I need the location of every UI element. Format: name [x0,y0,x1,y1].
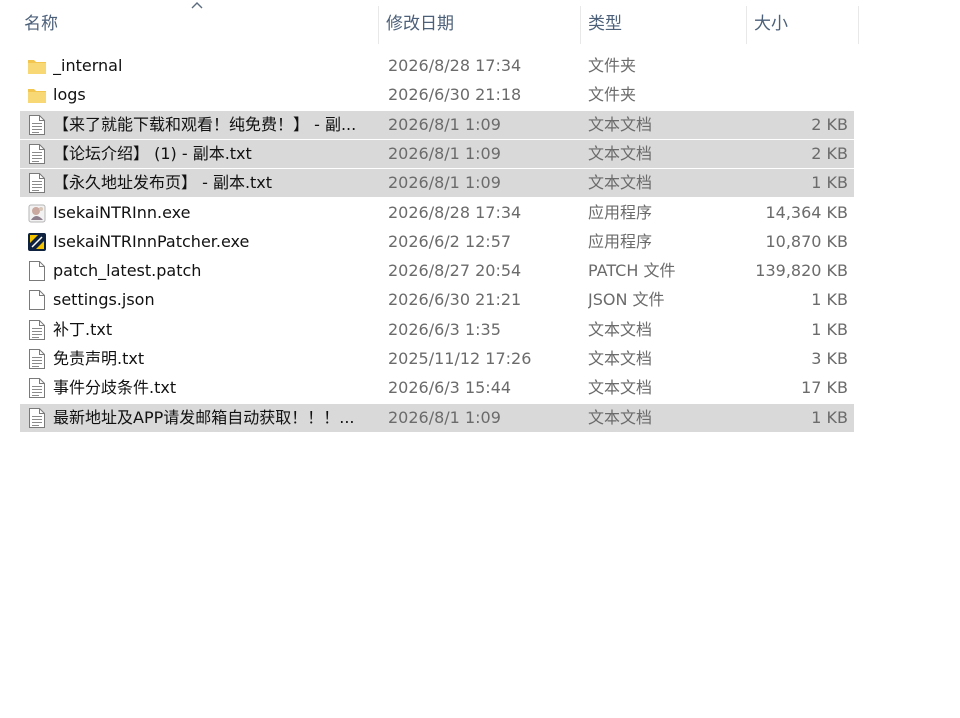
file-type: 文本文档 [588,407,653,427]
file-type: JSON 文件 [588,290,665,310]
file-type: 文本文档 [588,143,653,163]
folder-icon [25,81,49,109]
text-document-icon [25,345,49,373]
file-modified-date: 2026/8/28 17:34 [388,202,522,222]
column-separator[interactable] [746,6,747,44]
file-modified-date: 2026/6/3 15:44 [388,378,512,398]
blank-file-icon [25,286,49,314]
file-name: _internal [53,56,123,75]
text-document-icon [25,404,49,432]
file-name: 【永久地址发布页】 - 副本.txt [53,173,273,193]
file-name: patch_latest.patch [53,261,202,281]
file-type: PATCH 文件 [588,261,676,281]
file-size: 139,820 KB [755,261,848,281]
column-separator[interactable] [580,6,581,44]
file-row[interactable]: IsekaiNTRInnPatcher.exe 2026/6/2 12:57 应用程… [20,228,854,256]
file-modified-date: 2026/6/30 21:18 [388,85,522,105]
file-modified-date: 2026/8/1 1:09 [388,173,501,193]
file-size: 17 KB [801,378,848,398]
file-row[interactable]: 【永久地址发布页】 - 副本.txt 2026/8/1 1:09 文本文档 1 KB [20,169,854,198]
file-modified-date: 2025/11/12 17:26 [388,349,532,368]
app-exe-icon [25,199,49,227]
patcher-exe-icon [25,228,49,256]
file-size: 10,870 KB [765,231,848,251]
file-size: 2 KB [811,114,848,134]
column-separator[interactable] [378,6,379,44]
file-type: 文本文档 [588,319,653,339]
file-name: IsekaiNTRInn.exe [53,202,191,222]
text-document-icon [25,374,49,402]
text-document-icon [25,316,49,344]
file-type: 文件夹 [588,56,637,75]
file-row[interactable]: 【论坛介绍】 (1) - 副本.txt 2026/8/1 1:09 文本文档 2 KB [20,139,854,168]
file-modified-date: 2026/8/28 17:34 [388,56,522,75]
file-name: settings.json [53,290,155,310]
file-size [740,52,848,80]
text-document-icon [25,169,49,197]
column-header-date[interactable]: 修改日期 [380,0,580,42]
file-row[interactable]: IsekaiNTRInn.exe 2026/8/28 17:34 应用程序 14,36… [20,199,854,227]
column-header-size[interactable]: 大小 [748,0,858,42]
file-modified-date: 2026/8/1 1:09 [388,143,501,163]
folder-icon [25,52,49,80]
file-size: 1 KB [811,173,848,193]
sort-ascending-icon [191,2,203,9]
file-type: 应用程序 [588,202,653,222]
file-modified-date: 2026/6/2 12:57 [388,231,512,251]
file-name: 补丁.txt [53,319,113,339]
file-row[interactable]: 事件分歧条件.txt 2026/6/3 15:44 文本文档 17 KB [20,374,854,402]
file-modified-date: 2026/6/30 21:21 [388,290,522,310]
file-size: 1 KB [811,407,848,427]
file-row[interactable]: 免责声明.txt 2025/11/12 17:26 文本文档 3 KB [20,345,854,373]
column-header-type[interactable]: 类型 [582,0,746,42]
text-document-icon [25,111,49,139]
file-row[interactable]: 补丁.txt 2026/6/3 1:35 文本文档 1 KB [20,316,854,344]
file-size: 3 KB [811,349,848,368]
file-type: 文本文档 [588,349,653,368]
file-modified-date: 2026/8/1 1:09 [388,114,501,134]
file-type: 文本文档 [588,173,653,193]
file-modified-date: 2026/8/1 1:09 [388,407,501,427]
file-type: 文本文档 [588,378,653,398]
file-name: 免责声明.txt [53,349,145,368]
file-size: 2 KB [811,143,848,163]
file-type: 应用程序 [588,231,653,251]
blank-file-icon [25,257,49,285]
column-header-bar: 名称 修改日期 类型 大小 [0,0,960,46]
folder-row[interactable]: logs 2026/6/30 21:18 文件夹 [20,81,854,109]
file-row[interactable]: patch_latest.patch 2026/8/27 20:54 PATCH 文… [20,257,854,285]
file-name: logs [53,85,86,105]
file-size: 14,364 KB [765,202,848,222]
folder-row[interactable]: _internal 2026/8/28 17:34 文件夹 [20,52,854,80]
file-row[interactable]: 最新地址及APP请发邮箱自动获取！！！... 2026/8/1 1:09 文本文档 1… [20,403,854,432]
text-document-icon [25,140,49,168]
file-modified-date: 2026/6/3 1:35 [388,319,501,339]
file-explorer-list: 名称 修改日期 类型 大小 _internal 2026/8/28 17:34 文件… [0,0,960,718]
file-name: IsekaiNTRInnPatcher.exe [53,231,250,251]
file-name: 【来了就能下载和观看！纯免费！】 - 副... [53,114,357,134]
file-size [740,81,848,109]
file-name: 最新地址及APP请发邮箱自动获取！！！... [53,407,355,427]
file-type: 文本文档 [588,114,653,134]
file-row[interactable]: settings.json 2026/6/30 21:21 JSON 文件 1 KB [20,286,854,314]
file-size: 1 KB [811,290,848,310]
file-type: 文件夹 [588,85,637,105]
column-separator[interactable] [858,6,859,44]
file-size: 1 KB [811,319,848,339]
file-modified-date: 2026/8/27 20:54 [388,261,522,281]
file-name: 事件分歧条件.txt [53,378,177,398]
file-row[interactable]: 【来了就能下载和观看！纯免费！】 - 副... 2026/8/1 1:09 文本文档… [20,110,854,139]
file-name: 【论坛介绍】 (1) - 副本.txt [53,143,252,163]
